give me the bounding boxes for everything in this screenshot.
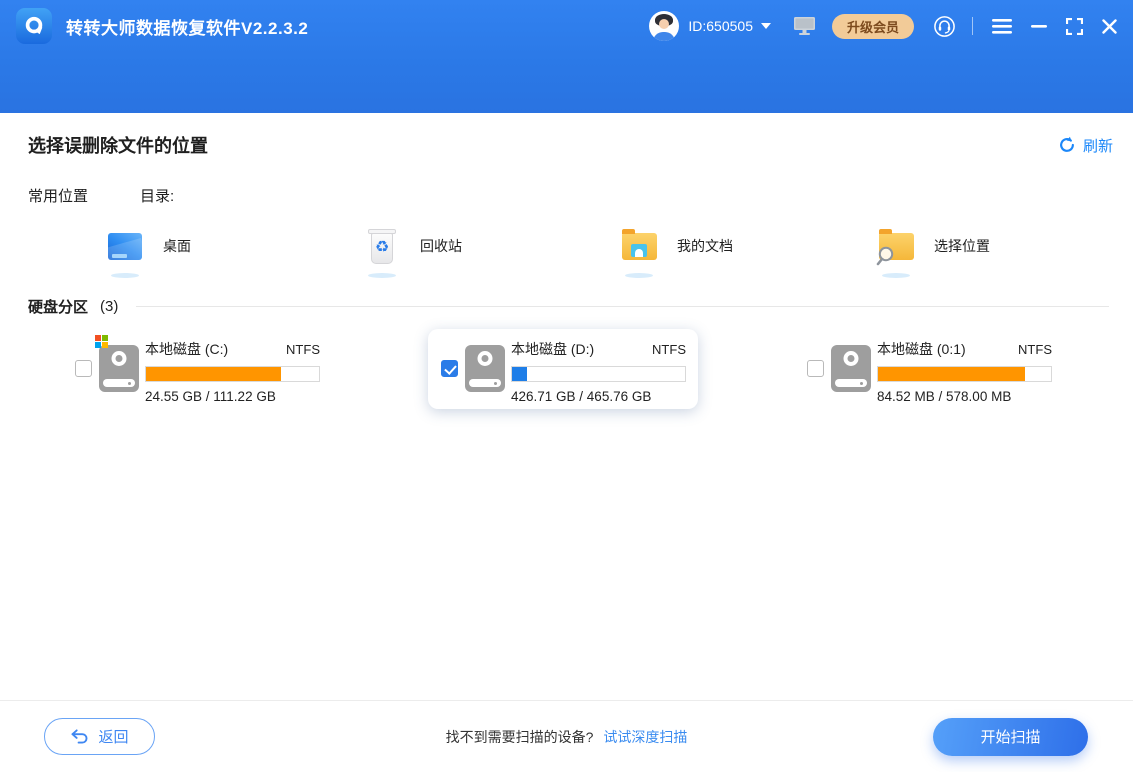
recycle-bin-icon: ♻ (362, 226, 402, 266)
start-scan-button[interactable]: 开始扫描 (933, 718, 1088, 756)
location-label: 我的文档 (677, 236, 733, 256)
maximize-icon[interactable] (1066, 18, 1083, 35)
documents-folder-icon (619, 226, 659, 266)
main-content: 选择误删除文件的位置 刷新 常用位置 目录: 桌面 (0, 113, 1133, 700)
disk-checkbox[interactable] (75, 360, 92, 377)
customer-service-icon[interactable] (933, 15, 956, 38)
back-label: 返回 (98, 726, 128, 747)
disk-filesystem: NTFS (286, 342, 320, 357)
disk-capacity: 426.71 GB / 465.76 GB (511, 389, 686, 404)
chevron-down-icon[interactable] (761, 23, 771, 29)
disk-info: 本地磁盘 (D:) NTFS 426.71 GB / 465.76 GB (511, 339, 686, 404)
refresh-label: 刷新 (1083, 135, 1113, 156)
hard-disk-icon (831, 345, 871, 392)
disk-usage-fill (146, 367, 281, 381)
windows-logo-icon (95, 335, 108, 348)
titlebar: 转转大师数据恢复软件V2.2.3.2 ID:650505 (0, 0, 1133, 113)
folder-search-icon (876, 226, 916, 266)
disk-usage-bar (877, 366, 1052, 382)
location-desktop[interactable]: 桌面 (105, 226, 362, 266)
disk-filesystem: NTFS (652, 342, 686, 357)
menu-icon[interactable] (992, 19, 1012, 34)
disk-usage-bar (145, 366, 320, 382)
refresh-button[interactable]: 刷新 (1058, 135, 1113, 156)
avatar-face (659, 19, 669, 29)
hint-text: 找不到需要扫描的设备? (446, 727, 594, 747)
app-logo-icon (16, 8, 52, 44)
disk-checkbox[interactable] (807, 360, 824, 377)
location-recycle-bin[interactable]: ♻ 回收站 (362, 226, 619, 266)
disk-name: 本地磁盘 (D:) (511, 339, 594, 359)
upgrade-member-button[interactable]: 升级会员 (832, 14, 914, 39)
location-label: 选择位置 (934, 236, 990, 256)
desktop-icon (105, 226, 145, 266)
titlebar-row: 转转大师数据恢复软件V2.2.3.2 ID:650505 (0, 0, 1133, 52)
partitions-count: (3) (100, 298, 118, 315)
disk-row-d[interactable]: 本地磁盘 (D:) NTFS 426.71 GB / 465.76 GB (428, 329, 698, 409)
disk-checkbox[interactable] (441, 360, 458, 377)
disk-usage-fill (878, 367, 1025, 381)
disk-usage-bar (511, 366, 686, 382)
refresh-icon (1058, 136, 1076, 154)
directory-label: 目录: (140, 185, 174, 206)
page-title: 选择误删除文件的位置 (28, 132, 208, 158)
hard-disk-icon (465, 345, 505, 392)
avatar-body (653, 32, 675, 41)
disk-row-0-1[interactable]: 本地磁盘 (0:1) NTFS 84.52 MB / 578.00 MB (794, 329, 1064, 409)
disk-list: 本地磁盘 (C:) NTFS 24.55 GB / 111.22 GB (0, 329, 1133, 429)
common-locations-label: 常用位置 (28, 185, 140, 206)
disk-info: 本地磁盘 (C:) NTFS 24.55 GB / 111.22 GB (145, 339, 320, 404)
titlebar-right: ID:650505 升级会员 (649, 11, 1117, 41)
footer-bar: 返回 找不到需要扫描的设备? 试试深度扫描 开始扫描 (0, 700, 1133, 772)
disk-row-c[interactable]: 本地磁盘 (C:) NTFS 24.55 GB / 111.22 GB (62, 329, 332, 409)
minimize-icon[interactable] (1031, 25, 1047, 28)
deep-scan-hint: 找不到需要扫描的设备? 试试深度扫描 (446, 727, 688, 747)
disk-name: 本地磁盘 (C:) (145, 339, 228, 359)
disk-capacity: 24.55 GB / 111.22 GB (145, 389, 320, 404)
avatar[interactable] (649, 11, 679, 41)
app-window: 转转大师数据恢复软件V2.2.3.2 ID:650505 (0, 0, 1133, 772)
app-title: 转转大师数据恢复软件V2.2.3.2 (66, 14, 308, 39)
screen-monitor-icon[interactable] (793, 16, 816, 36)
disk-info: 本地磁盘 (0:1) NTFS 84.52 MB / 578.00 MB (877, 339, 1052, 404)
disk-filesystem: NTFS (1018, 342, 1052, 357)
common-locations: 桌面 ♻ 回收站 我的文档 (0, 226, 1133, 266)
partitions-label: 硬盘分区 (28, 296, 88, 317)
deep-scan-link[interactable]: 试试深度扫描 (603, 727, 687, 747)
location-my-documents[interactable]: 我的文档 (619, 226, 876, 266)
disk-capacity: 84.52 MB / 578.00 MB (877, 389, 1052, 404)
undo-arrow-icon (70, 729, 89, 744)
user-id: ID:650505 (688, 18, 753, 34)
disk-name: 本地磁盘 (0:1) (877, 339, 966, 359)
disk-usage-fill (512, 367, 527, 381)
location-label: 回收站 (420, 236, 462, 256)
location-label: 桌面 (163, 236, 191, 256)
close-icon[interactable] (1102, 19, 1117, 34)
divider (136, 306, 1109, 307)
location-choose-path[interactable]: 选择位置 (876, 226, 1133, 266)
hard-disk-icon (99, 345, 139, 392)
titlebar-divider (972, 17, 973, 35)
back-button[interactable]: 返回 (44, 718, 155, 755)
